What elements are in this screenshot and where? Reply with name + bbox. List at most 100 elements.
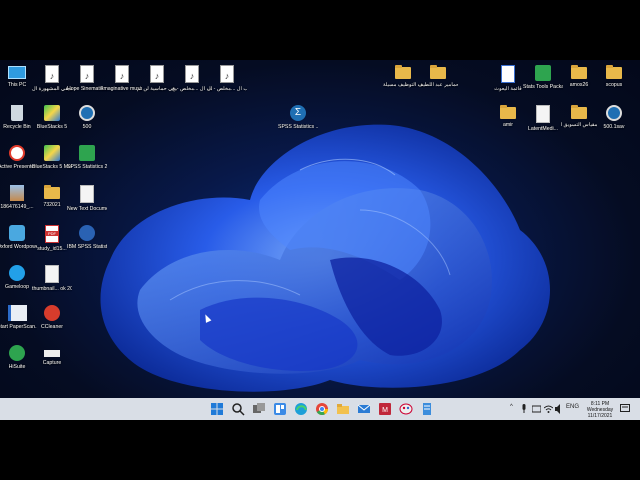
folder-icon — [430, 65, 446, 79]
desktop-icon[interactable]: Stats Tools Package — [523, 63, 563, 103]
desktop-icon-label: مقياس التسويق ا — [560, 122, 598, 128]
desktop-icon[interactable]: Imaginative music by b... — [102, 63, 142, 103]
desktop-icon[interactable]: Σ SPSS Statistics ... — [278, 103, 318, 143]
music-file-icon — [80, 65, 94, 83]
mediator-icon[interactable]: M — [378, 402, 392, 416]
desktop-icon-label: قائمة اليعوث — [494, 86, 522, 92]
mail-icon[interactable] — [357, 402, 371, 416]
notepad-icon[interactable] — [420, 402, 434, 416]
spss-package-icon — [79, 145, 95, 161]
desktop-icon[interactable]: Capture — [32, 343, 72, 383]
image-file-icon — [10, 185, 24, 201]
desktop-icon[interactable]: اروع موسيقي حماسية لن تم... — [137, 63, 177, 103]
windows-start-icon[interactable] — [210, 402, 224, 416]
ibm-spss-icon — [79, 225, 95, 241]
chevron-up-icon[interactable]: ^ — [510, 404, 513, 414]
pc-icon — [8, 66, 26, 79]
pdf-icon — [45, 225, 59, 243]
spss-sav-icon — [79, 105, 95, 121]
desktop-icon-label: Capture — [42, 360, 62, 366]
desktop-icon-label: LatentMedi... — [528, 126, 558, 132]
desktop-icon[interactable]: New Text Document — [67, 183, 107, 223]
desktop-icon-label: BlueStacks 5 Multi-Insta... — [32, 164, 72, 170]
desktop-icon-label: الموسيقي المشهورة ال... — [32, 86, 72, 92]
desktop-icon-label: amos26 — [569, 82, 589, 88]
desktop-icon-label: amir — [502, 122, 514, 128]
music-file-icon — [115, 65, 129, 83]
desktop-icon[interactable]: scopus — [594, 63, 634, 103]
paperscan-icon — [7, 305, 27, 321]
taskbar: M ^ ENG 8:11 PM Wednesday 11/17/2021 — [0, 398, 640, 420]
language-indicator[interactable]: ENG — [566, 404, 579, 414]
desktop-icon[interactable]: amir — [488, 103, 528, 143]
svg-text:M: M — [382, 407, 388, 414]
active-presenter-icon — [9, 145, 25, 161]
desktop-icon[interactable]: thumbnail... ok 2021_pa... — [32, 263, 72, 303]
notifications-icon[interactable] — [620, 404, 630, 414]
desktop-icon-label: SPSS Statistics ... — [278, 124, 318, 130]
folder-icon — [571, 105, 587, 119]
spss-sav-icon — [606, 105, 622, 121]
desktop-icon-label: Imaginative music by b... — [102, 86, 142, 92]
volume-icon[interactable] — [555, 404, 564, 414]
desktop-icon[interactable]: SPSS Statistics 2... — [67, 143, 107, 183]
hisuite-icon — [9, 345, 25, 361]
desktop-icon-label: Hope Sinematik ... — [67, 86, 107, 92]
desktop-icon-label: thumbnail... ok 2021_pa... — [32, 286, 72, 292]
desktop-icon[interactable]: 500.1sav — [594, 103, 634, 143]
desktop-icon[interactable]: LatentMedi... — [523, 103, 563, 143]
desktop[interactable]: This PCالموسيقي المشهورة ال...Hope Sinem… — [0, 60, 640, 420]
desktop-icon[interactable]: Hope Sinematik ... — [67, 63, 107, 103]
task-view-icon[interactable] — [252, 402, 266, 416]
folder-icon — [500, 105, 516, 119]
desktop-icon-label: study_id15... — [37, 246, 67, 252]
desktop-icon[interactable]: CCleaner — [32, 303, 72, 343]
folder-icon — [606, 65, 622, 79]
desktop-icon-label: اروع موسيقي حماسية لن تم... — [137, 86, 177, 92]
desktop-icon[interactable]: مقياس التسويق ا — [559, 103, 599, 143]
widgets-icon[interactable] — [273, 402, 287, 416]
desktop-icon[interactable]: study_id15... — [32, 223, 72, 263]
folder-icon — [44, 185, 60, 199]
desktop-icon[interactable]: BlueStacks 5 Multi-Insta... — [32, 143, 72, 183]
desktop-icon[interactable]: ملف التوظيف مسيلة — [383, 63, 423, 103]
desktop-icon-label: غريب ال ...مخلص - ال — [207, 86, 247, 92]
desktop-icon[interactable]: الاعمال حمامير عبد اللطيف — [418, 63, 458, 103]
microphone-icon[interactable] — [521, 404, 527, 414]
chrome-icon[interactable] — [315, 402, 329, 416]
document-icon — [45, 265, 59, 283]
desktop-icon[interactable]: amos26 — [559, 63, 599, 103]
desktop-icon-label: BlueStacks 5 — [36, 124, 68, 130]
desktop-icon-label: IBM SPSS Statistics — [67, 244, 107, 250]
desktop-icon[interactable]: BlueStacks 5 — [32, 103, 72, 143]
file-explorer-icon[interactable] — [336, 402, 350, 416]
clock[interactable]: 8:11 PM Wednesday 11/17/2021 — [582, 401, 618, 419]
desktop-icon[interactable]: غريب ال ...مخلص - خ — [172, 63, 212, 103]
music-file-icon — [185, 65, 199, 83]
document-icon — [536, 105, 550, 123]
search-icon[interactable] — [231, 402, 245, 416]
desktop-icon[interactable]: قائمة اليعوث — [488, 63, 528, 103]
ccleaner-icon — [44, 305, 60, 321]
desktop-icon[interactable]: غريب ال ...مخلص - ال — [207, 63, 247, 103]
recycle-bin-icon — [11, 105, 23, 121]
edge-icon[interactable] — [294, 402, 308, 416]
music-file-icon — [45, 65, 59, 83]
bluestacks-icon — [44, 145, 60, 161]
desktop-icon[interactable]: IBM SPSS Statistics — [67, 223, 107, 263]
network-icon[interactable] — [531, 404, 542, 414]
desktop-icon-label: 500.1sav — [603, 124, 625, 130]
desktop-icon[interactable]: 732021 — [32, 183, 72, 223]
desktop-icon[interactable]: الموسيقي المشهورة ال... — [32, 63, 72, 103]
capture-icon — [44, 350, 60, 357]
wifi-icon[interactable] — [543, 404, 554, 414]
paint-icon[interactable] — [399, 402, 413, 416]
desktop-icon[interactable]: 500 — [67, 103, 107, 143]
desktop-icon-label: scopus — [605, 82, 623, 88]
desktop-icon-label: SPSS Statistics 2... — [67, 164, 107, 170]
desktop-icon-label: غريب ال ...مخلص - خ — [172, 86, 212, 92]
spss-icon: Σ — [290, 105, 306, 121]
desktop-icon-label: ملف التوظيف مسيلة — [383, 82, 423, 88]
desktop-icon-label: 500 — [82, 124, 92, 130]
desktop-icon-label: Stats Tools Package — [523, 84, 563, 90]
